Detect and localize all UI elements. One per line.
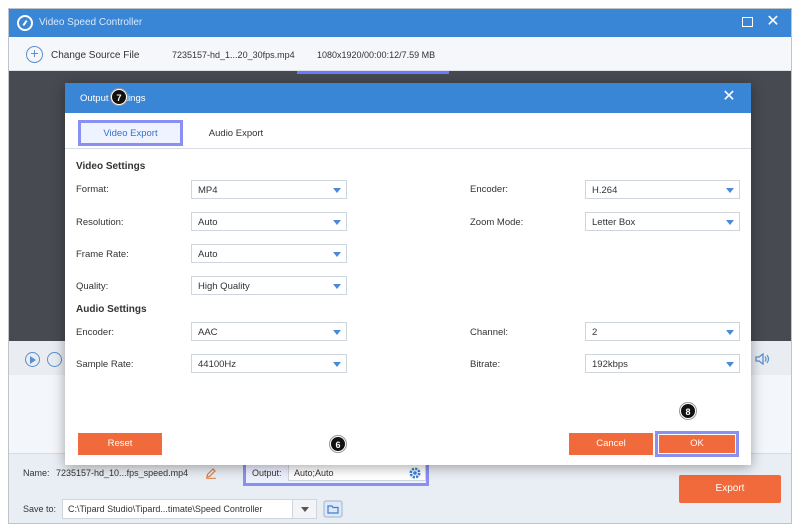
app-logo-icon xyxy=(17,15,33,31)
frame-rate-label: Frame Rate: xyxy=(76,249,129,260)
title-bar: Video Speed Controller ✕ xyxy=(9,9,791,37)
bitrate-select[interactable]: 192kbps xyxy=(585,354,740,373)
bitrate-value: 192kbps xyxy=(592,359,628,370)
dialog-close-icon[interactable]: ✕ xyxy=(721,89,737,105)
output-settings-dialog: Output Settings ✕ Video Export Audio Exp… xyxy=(65,83,751,465)
resolution-label: Resolution: xyxy=(76,217,124,228)
video-settings-heading: Video Settings xyxy=(76,161,146,172)
output-label: Output: xyxy=(252,468,282,478)
chevron-down-icon[interactable] xyxy=(292,500,316,518)
stop-icon[interactable] xyxy=(47,352,62,367)
folder-icon[interactable] xyxy=(323,500,343,518)
source-file-info: 1080x1920/00:00:12/7.59 MB xyxy=(317,50,436,60)
audio-settings-heading: Audio Settings xyxy=(76,304,147,315)
video-encoder-select[interactable]: H.264 xyxy=(585,180,740,199)
source-bar: + Change Source File 7235157-hd_1...20_3… xyxy=(9,37,791,71)
dialog-tabs: Video Export Audio Export xyxy=(65,113,751,149)
step-6-badge: 6 xyxy=(330,436,346,452)
output-file-name: 7235157-hd_10...fps_speed.mp4 xyxy=(56,468,189,478)
output-value: Auto;Auto xyxy=(294,468,334,478)
ok-button-highlight: OK xyxy=(655,431,739,457)
bitrate-label: Bitrate: xyxy=(470,359,501,370)
change-source-button[interactable]: Change Source File xyxy=(51,50,139,61)
sample-rate-label: Sample Rate: xyxy=(76,359,134,370)
chevron-down-icon xyxy=(333,362,341,367)
video-encoder-value: H.264 xyxy=(592,185,618,196)
app-title: Video Speed Controller xyxy=(39,17,143,28)
maximize-icon[interactable] xyxy=(742,17,753,27)
format-select[interactable]: MP4 xyxy=(191,180,347,199)
export-button[interactable]: Export xyxy=(679,475,781,503)
zoom-mode-select[interactable]: Letter Box xyxy=(585,212,740,231)
preview-progress xyxy=(297,71,449,74)
frame-rate-select[interactable]: Auto xyxy=(191,244,347,263)
name-label: Name: xyxy=(23,468,50,478)
output-field[interactable]: Auto;Auto xyxy=(288,463,426,481)
reset-button[interactable]: Reset xyxy=(78,433,162,455)
audio-encoder-label: Encoder: xyxy=(76,327,115,338)
save-to-select[interactable]: C:\Tipard Studio\Tipard...timate\Speed C… xyxy=(62,499,317,519)
save-to-label: Save to: xyxy=(23,504,57,514)
chevron-down-icon xyxy=(333,284,341,289)
app-window: Video Speed Controller ✕ + Change Source… xyxy=(8,8,792,524)
quality-value: High Quality xyxy=(198,281,250,292)
sample-rate-select[interactable]: 44100Hz xyxy=(191,354,347,373)
tab-audio-export[interactable]: Audio Export xyxy=(201,128,271,139)
zoom-mode-label: Zoom Mode: xyxy=(470,217,524,228)
chevron-down-icon xyxy=(333,220,341,225)
resolution-value: Auto xyxy=(198,217,218,228)
volume-icon[interactable] xyxy=(755,352,771,366)
cancel-button[interactable]: Cancel xyxy=(569,433,653,455)
source-file-name: 7235157-hd_1...20_30fps.mp4 xyxy=(172,50,295,60)
step-8-badge: 8 xyxy=(680,403,696,419)
ok-button[interactable]: OK xyxy=(659,435,735,453)
chevron-down-icon xyxy=(726,220,734,225)
chevron-down-icon xyxy=(333,330,341,335)
format-label: Format: xyxy=(76,184,109,195)
edit-icon[interactable] xyxy=(205,467,217,479)
chevron-down-icon xyxy=(726,330,734,335)
channel-select[interactable]: 2 xyxy=(585,322,740,341)
audio-encoder-select[interactable]: AAC xyxy=(191,322,347,341)
audio-encoder-value: AAC xyxy=(198,327,218,338)
video-encoder-label: Encoder: xyxy=(470,184,509,195)
zoom-mode-value: Letter Box xyxy=(592,217,636,228)
tab-video-export[interactable]: Video Export xyxy=(78,120,183,146)
channel-value: 2 xyxy=(592,327,598,338)
add-file-icon[interactable]: + xyxy=(26,46,43,63)
close-icon[interactable]: ✕ xyxy=(765,14,781,30)
channel-label: Channel: xyxy=(470,327,509,338)
step-7-badge: 7 xyxy=(111,89,127,105)
resolution-select[interactable]: Auto xyxy=(191,212,347,231)
quality-select[interactable]: High Quality xyxy=(191,276,347,295)
save-to-path: C:\Tipard Studio\Tipard...timate\Speed C… xyxy=(68,504,263,514)
play-icon[interactable] xyxy=(25,352,40,367)
chevron-down-icon xyxy=(333,188,341,193)
chevron-down-icon xyxy=(333,252,341,257)
dialog-title-bar: Output Settings ✕ xyxy=(65,83,751,113)
tab-video-export-label: Video Export xyxy=(103,128,158,139)
gear-icon[interactable] xyxy=(408,466,422,480)
chevron-down-icon xyxy=(726,362,734,367)
sample-rate-value: 44100Hz xyxy=(198,359,237,370)
quality-label: Quality: xyxy=(76,281,109,292)
format-value: MP4 xyxy=(198,185,218,196)
frame-rate-value: Auto xyxy=(198,249,218,260)
chevron-down-icon xyxy=(726,188,734,193)
